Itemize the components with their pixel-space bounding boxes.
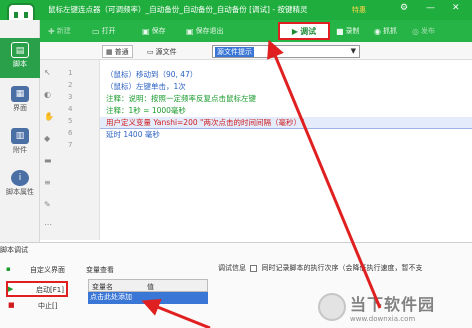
line-number: 1	[68, 69, 73, 77]
camera-icon: ■	[336, 26, 344, 36]
editor-gutter: ↖ ◐ ✋ ◆ ▬ ≡ ✎ ⋯ 1 2 3 4 5 6 7	[40, 60, 100, 240]
more-icon[interactable]: ⋯	[44, 220, 52, 229]
minimize-icon[interactable]: —	[426, 3, 435, 13]
var-col-name: 变量名	[92, 283, 113, 291]
code-line[interactable]: （鼠标）移动到（90, 47）	[106, 69, 197, 80]
capture-button[interactable]: ◉ 抓抓	[374, 24, 397, 38]
code-editor[interactable]: （鼠标）移动到（90, 47） （鼠标）左键单击，1次 注释：说明：按照一定频率…	[100, 60, 472, 240]
tab-normal[interactable]: ▦ 普通	[102, 45, 133, 58]
settings-icon[interactable]: ⚙	[400, 3, 408, 13]
stop-icon: ■	[8, 301, 15, 309]
nav-item-ui[interactable]: ▦ 界面	[0, 82, 40, 122]
hand-icon[interactable]: ✋	[44, 112, 54, 121]
line-number: 6	[68, 129, 73, 137]
folder-small-icon[interactable]: ▬	[44, 156, 52, 165]
custom-ui-item[interactable]: ▪	[6, 265, 11, 273]
new-button[interactable]: ✚ 新建	[48, 24, 71, 38]
publish-icon: ◎	[412, 26, 419, 36]
code-line[interactable]: 用户定义变量 Yanshi=200 "两次点击的时间间隔（毫秒）"	[106, 117, 304, 128]
pen-icon[interactable]: ✎	[44, 200, 51, 209]
run-icon: ▶	[8, 285, 14, 293]
watermark: 当下软件园 www.downxia.com	[318, 290, 468, 324]
window-title: 鼠标左键连点器（可调频率）_自动备份_自动备份_自动备份 [调试] - 按键精灵	[48, 5, 308, 14]
grid-icon: ▦	[106, 47, 113, 56]
vip-badge[interactable]: 特惠	[352, 5, 366, 15]
save-exit-icon: ▣	[186, 26, 194, 36]
code-line[interactable]: 注释：说明：按照一定频率反复点击鼠标左键	[106, 93, 256, 104]
play-icon: ▶	[291, 26, 299, 36]
variable-watch-title: 变量查看	[86, 266, 114, 274]
folder-icon: ▭	[92, 26, 100, 36]
left-nav: ▤ 脚本 ▦ 界面 ▥ 附件 i 脚本属性	[0, 20, 40, 242]
plus-icon: ✚	[48, 26, 55, 36]
debug-button[interactable]: ▶ 调试	[278, 22, 330, 40]
capture-icon: ◉	[374, 26, 381, 36]
stop-button[interactable]: 中止[]	[38, 301, 57, 311]
record-order-checkbox[interactable]	[250, 264, 258, 272]
cursor-icon[interactable]: ↖	[44, 68, 51, 77]
line-number: 2	[68, 81, 73, 89]
color-icon[interactable]: ◆	[44, 134, 50, 143]
title-bar: 鼠标左键连点器（可调频率）_自动备份_自动备份_自动备份 [调试] - 按键精灵…	[0, 0, 472, 20]
var-col-value: 值	[147, 283, 154, 291]
nav-item-attachment[interactable]: ▥ 附件	[0, 124, 40, 164]
variable-table-header: 变量名 值	[88, 279, 208, 292]
debug-info: 调试信息 同时记录脚本的执行次序（会降低执行速度，暂不支	[218, 264, 423, 272]
code-line[interactable]: （鼠标）左键单击，1次	[106, 81, 186, 92]
open-button[interactable]: ▭ 打开	[92, 24, 116, 38]
watermark-url: www.downxia.com	[350, 315, 416, 323]
code-line[interactable]: 延时 1400 毫秒	[106, 129, 160, 140]
debug-panel-title: 脚本调试	[0, 246, 28, 254]
ui-icon: ▦	[11, 86, 29, 102]
info-icon: i	[11, 170, 29, 186]
file-icon: ▭	[147, 47, 154, 56]
editor-tabbar: ▦ 普通 ▭ 源文件 源文件提示 ▼	[40, 42, 472, 60]
chevron-down-icon: ▼	[350, 47, 356, 55]
attachment-icon: ▥	[11, 128, 29, 144]
nav-item-script[interactable]: ▤ 脚本	[0, 38, 40, 78]
save-button[interactable]: ▣ 保存	[142, 24, 166, 38]
line-number: 7	[68, 141, 73, 149]
save-exit-button[interactable]: ▣ 保存退出	[186, 24, 224, 38]
save-icon: ▣	[142, 26, 150, 36]
publish-button[interactable]: ◎ 发布	[412, 24, 435, 38]
tab-source[interactable]: ▭ 源文件	[144, 45, 180, 58]
custom-ui-button[interactable]: 自定义界面	[30, 265, 65, 275]
add-variable-row[interactable]: 点击此处添加	[88, 292, 208, 304]
main-toolbar: ✚ 新建 ▭ 打开 ▣ 保存 ▣ 保存退出 ▶ 调试 ■ 录制 ◉ 抓抓 ◎ 发布	[40, 20, 472, 42]
script-icon: ▤	[11, 42, 29, 58]
mouse-icon[interactable]: ◐	[44, 90, 51, 99]
line-number: 3	[68, 93, 73, 101]
run-button[interactable]: ▶ 启动[F1]	[6, 281, 68, 297]
record-button[interactable]: ■ 录制	[336, 24, 360, 38]
record-order-label: 同时记录脚本的执行次序（会降低执行速度，暂不支	[261, 264, 423, 272]
watermark-text: 当下软件园	[350, 295, 436, 314]
line-number: 5	[68, 117, 73, 125]
code-line[interactable]: 注释：1秒 = 1000毫秒	[106, 105, 186, 116]
watermark-logo-icon	[318, 293, 346, 321]
command-dropdown[interactable]: 源文件提示 ▼	[212, 45, 360, 58]
list-icon[interactable]: ≡	[44, 178, 51, 187]
line-number: 4	[68, 105, 73, 113]
variable-watch: 变量查看 变量名 值 点击此处添加	[84, 261, 216, 327]
nav-item-properties[interactable]: i 脚本属性	[0, 166, 40, 206]
close-icon[interactable]: ✕	[452, 3, 460, 13]
